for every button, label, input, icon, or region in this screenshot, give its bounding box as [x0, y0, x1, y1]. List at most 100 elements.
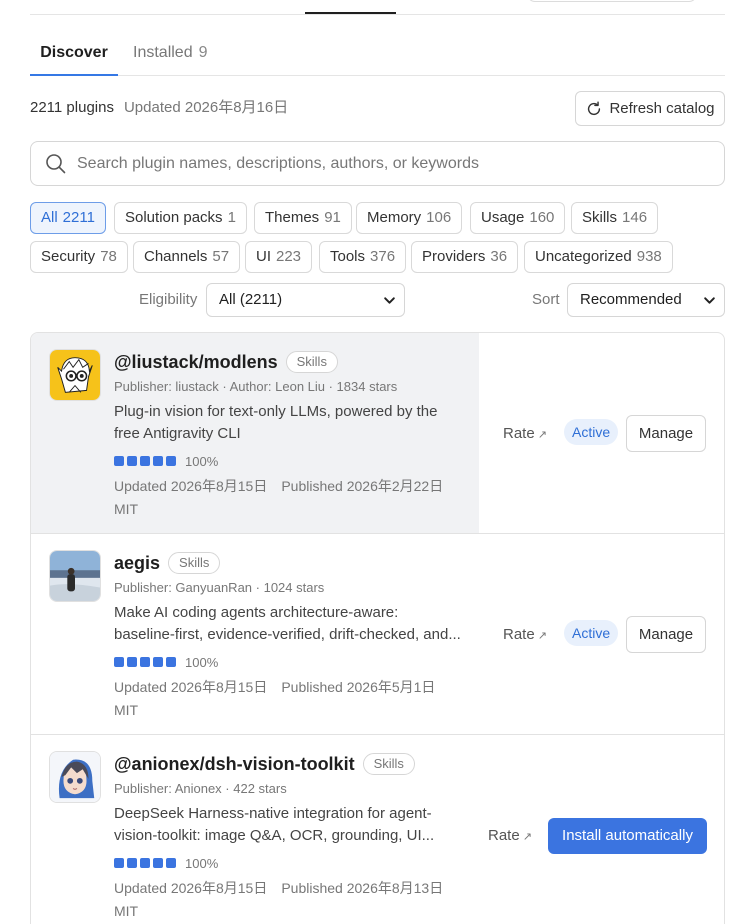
plugin-dates: Updated 2026年8月15日 Published 2026年8月13日 [114, 878, 443, 898]
chip-label: Tools [330, 248, 366, 265]
plugin-description-line: Plug-in vision for text-only LLMs, power… [114, 403, 438, 420]
plugin-published: Published 2026年8月13日 [281, 880, 444, 896]
plugin-tag: Skills [285, 351, 338, 373]
chip-count: 2211 [62, 209, 95, 226]
plugin-name-text: @anionex/dsh-vision-toolkit [114, 754, 355, 774]
plugin-description-line: baseline-first, evidence-verified, drift… [114, 626, 461, 643]
plugin-description-line: DeepSeek Harness-native integration for … [114, 805, 432, 822]
chip-count: 376 [370, 248, 396, 265]
plugin-description: DeepSeek Harness-native integration for … [114, 803, 464, 847]
chip-label: Security [41, 248, 96, 265]
search-input[interactable] [77, 154, 697, 173]
rate-link[interactable]: Rate ↗ [503, 424, 547, 445]
anime-avatar-icon [50, 350, 100, 400]
status-badge: Active [564, 419, 619, 445]
plugin-updated: Updated 2026年8月15日 [114, 880, 268, 896]
chip-tools[interactable]: Tools 376 [319, 241, 407, 273]
plugin-count: 2211 plugins [30, 99, 114, 116]
rate-link[interactable]: Rate ↗ [488, 826, 532, 847]
photo-avatar-icon [50, 551, 100, 601]
chip-count: 223 [276, 248, 302, 265]
eligibility-select[interactable]: All (2211) [206, 283, 405, 317]
catalog-updated: Updated 2026年8月16日 [123, 99, 289, 116]
rating-segment [166, 858, 176, 868]
chip-count: 91 [324, 209, 341, 226]
eligibility-label: Eligibility [139, 291, 198, 308]
plugin-avatar [49, 751, 101, 803]
top-nav-strip [30, 0, 725, 15]
rating-segment [114, 456, 124, 466]
chip-label: Memory [367, 209, 422, 226]
chip-memory[interactable]: Memory 106 [356, 202, 463, 234]
chip-label: Themes [265, 209, 320, 226]
rating-segment [114, 657, 124, 667]
chip-all[interactable]: All 2211 [30, 202, 106, 234]
tab-discover-label: Discover [40, 44, 108, 61]
chip-label: UI [256, 248, 271, 265]
plugin-name-text: @liustack/modlens [114, 352, 278, 372]
search-icon [46, 153, 66, 173]
plugin-tag: Skills [362, 753, 415, 775]
plugin-rating: 100% [114, 655, 218, 670]
refresh-icon [588, 101, 601, 115]
manage-button[interactable]: Manage [626, 415, 706, 452]
rating-segment [127, 456, 137, 466]
plugin-rating: 100% [114, 856, 218, 871]
chip-label: Solution packs [125, 209, 223, 226]
chip-security[interactable]: Security 78 [30, 241, 128, 273]
anime-avatar-icon [50, 752, 100, 802]
plugin-rating: 100% [114, 454, 218, 469]
plugin-description-line: free Antigravity CLI [114, 425, 241, 442]
rate-link[interactable]: Rate ↗ [503, 625, 547, 646]
plugin-avatar [49, 550, 101, 602]
rating-segment [140, 456, 150, 466]
rate-label: Rate [503, 626, 535, 643]
rating-segment [140, 657, 150, 667]
chip-count: 146 [622, 209, 648, 226]
tab-discover[interactable]: Discover [30, 36, 118, 76]
rating-segment [166, 657, 176, 667]
chip-label: Skills [582, 209, 618, 226]
chip-solution-packs[interactable]: Solution packs 1 [114, 202, 247, 234]
rating-segment [153, 858, 163, 868]
sort-label: Sort [532, 291, 560, 308]
manage-button[interactable]: Manage [626, 616, 706, 653]
arrow-up-right-icon: ↗ [537, 429, 547, 441]
chip-skills[interactable]: Skills 146 [571, 202, 659, 234]
chip-channels[interactable]: Channels 57 [133, 241, 241, 273]
plugin-card: aegis Skills Publisher: GanyuanRan · 1024… [31, 534, 724, 735]
chip-ui[interactable]: UI 223 [245, 241, 313, 273]
eligibility-value: All (2211) [219, 291, 283, 308]
rating-segment [140, 858, 150, 868]
plugin-list: @liustack/modlens Skills Publisher: liust… [30, 332, 725, 924]
chip-count: 36 [490, 248, 508, 265]
plugin-dates: Updated 2026年8月15日 Published 2026年5月1日 [114, 677, 435, 697]
tab-installed-label: Installed [133, 44, 193, 61]
status-badge: Active [564, 620, 619, 646]
rate-label: Rate [503, 425, 535, 442]
plugin-description-line: vision-toolkit: image Q&A, OCR, groundin… [114, 827, 435, 844]
refresh-catalog-button[interactable]: Refresh catalog [575, 91, 725, 126]
sort-select[interactable]: Recommended [567, 283, 725, 317]
chip-label: Channels [144, 248, 208, 265]
chip-label: Uncategorized [535, 248, 632, 265]
tab-installed[interactable]: Installed 9 [133, 36, 208, 75]
install-automatically-button[interactable]: Install automatically [548, 818, 707, 854]
chevron-down-icon [384, 297, 395, 304]
top-nav-pill-edge[interactable] [527, 0, 697, 2]
plugin-updated: Updated 2026年8月15日 [114, 679, 268, 695]
chip-usage[interactable]: Usage 160 [470, 202, 566, 234]
chip-uncategorized[interactable]: Uncategorized 938 [524, 241, 673, 273]
chip-providers[interactable]: Providers 36 [411, 241, 519, 273]
plugin-name: aegis Skills [114, 552, 221, 574]
plugin-name-text: aegis [114, 553, 161, 573]
plugin-search-box[interactable] [30, 141, 725, 186]
plugin-description: Plug-in vision for text-only LLMs, power… [114, 401, 464, 445]
chip-count: 106 [426, 209, 452, 226]
rating-segment [153, 657, 163, 667]
refresh-catalog-label: Refresh catalog [609, 100, 715, 117]
chip-themes[interactable]: Themes 91 [254, 202, 352, 234]
plugin-tabs: Discover Installed 9 [30, 36, 725, 76]
tab-installed-count: 9 [198, 44, 208, 61]
chip-label: Providers [422, 248, 486, 265]
